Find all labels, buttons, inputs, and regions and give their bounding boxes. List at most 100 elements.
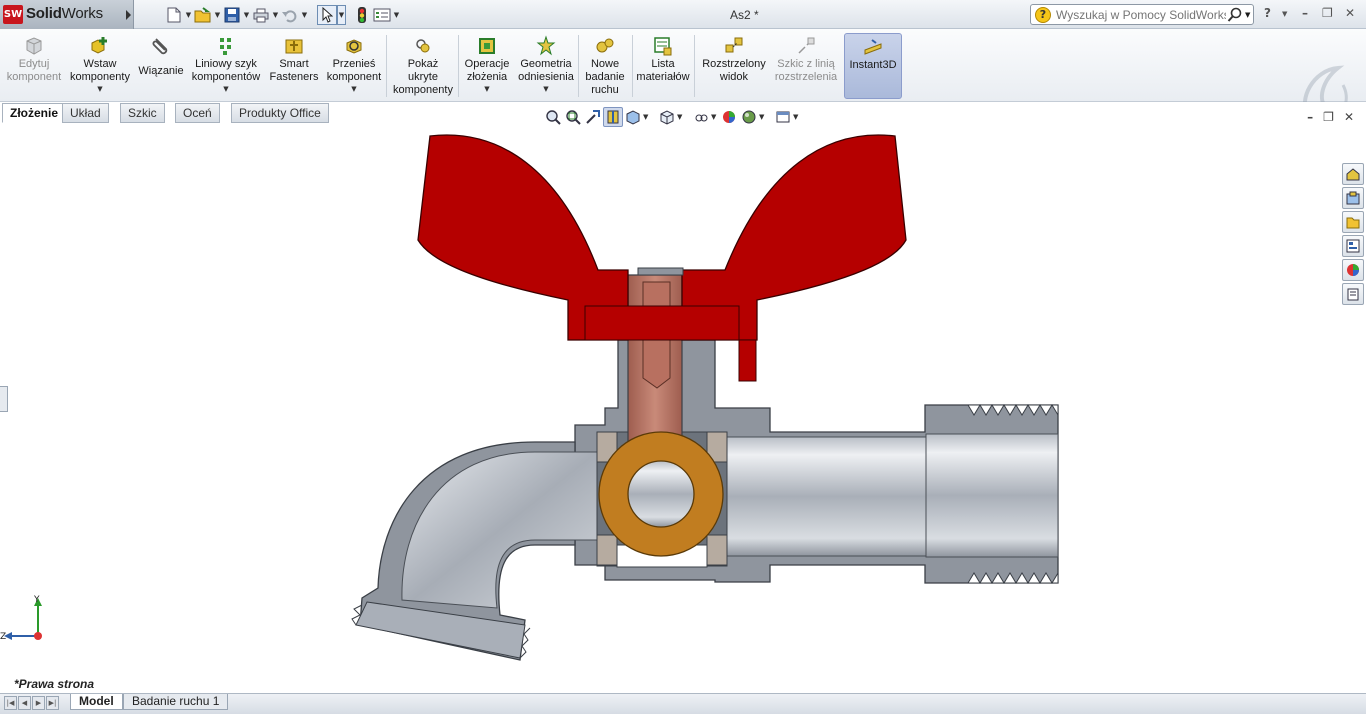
tab-assembly[interactable]: Złożenie (2, 103, 67, 123)
open-document-icon[interactable] (193, 5, 213, 25)
chevron-down-icon[interactable]: ▼ (677, 113, 685, 121)
heads-up-view-toolbar: ▼ ▼ ▼ ▼ ▼ (543, 107, 801, 127)
tab-motion-study-1[interactable]: Badanie ruchu 1 (123, 694, 229, 710)
move-component-button[interactable]: Przenieś komponent ▼ (324, 33, 384, 99)
exploded-view-button[interactable]: Rozstrzelony widok (698, 33, 770, 99)
save-icon[interactable] (222, 5, 242, 25)
zoom-to-fit-icon[interactable] (543, 107, 563, 127)
new-document-icon[interactable] (164, 5, 184, 25)
menu-expand-icon[interactable] (126, 10, 131, 20)
insert-components-icon (91, 37, 107, 54)
last-tab-icon[interactable]: ▶| (46, 696, 59, 710)
separator (578, 35, 579, 97)
undo-dropdown-icon[interactable]: ▼ (300, 5, 309, 25)
new-motion-study-button[interactable]: Nowe badanie ruchu (580, 33, 630, 99)
file-explorer-icon[interactable] (1342, 211, 1364, 233)
search-dropdown-icon[interactable]: ▼ (1245, 11, 1250, 19)
previous-view-icon[interactable] (583, 107, 603, 127)
chevron-down-icon[interactable]: ▼ (484, 85, 489, 93)
apply-scene-icon[interactable] (739, 107, 759, 127)
help-search-box[interactable]: ? ▼ (1030, 4, 1254, 25)
instant3d-button[interactable]: Instant3D (844, 33, 902, 99)
chevron-down-icon[interactable]: ▼ (793, 113, 801, 121)
undo-icon[interactable] (280, 5, 300, 25)
insert-components-button[interactable]: Wstaw komponenty ▼ (68, 33, 132, 99)
solidworks-logo-icon: SW (3, 5, 23, 24)
linear-pattern-button[interactable]: Liniowy szyk komponentów ▼ (190, 33, 262, 99)
graphics-area[interactable]: – ❐ ✕ (0, 110, 1366, 693)
edit-appearance-icon[interactable] (719, 107, 739, 127)
chevron-down-icon[interactable]: ▼ (543, 85, 548, 93)
prev-tab-icon[interactable]: ◀ (18, 696, 31, 710)
print-dropdown-icon[interactable]: ▼ (271, 5, 280, 25)
edit-component-button[interactable]: Edytuj komponent (4, 33, 64, 99)
search-icon[interactable] (1227, 7, 1243, 23)
reference-geometry-icon (536, 35, 556, 56)
save-dropdown-icon[interactable]: ▼ (242, 5, 251, 25)
feature-manager-expand-handle[interactable] (0, 386, 8, 412)
doc-minimize-icon[interactable]: – (1307, 110, 1313, 124)
section-view-icon[interactable] (603, 107, 623, 127)
rebuild-icon[interactable] (352, 5, 372, 25)
reference-geometry-button[interactable]: Geometria odniesienia ▼ (516, 33, 576, 99)
hide-show-items-icon[interactable] (691, 107, 711, 127)
tab-office-products[interactable]: Produkty Office (231, 103, 329, 123)
help-search-input[interactable] (1056, 7, 1226, 23)
display-style-icon[interactable] (657, 107, 677, 127)
help-icon[interactable]: ? (1264, 6, 1271, 20)
options-icon[interactable] (372, 5, 392, 25)
tab-model[interactable]: Model (70, 694, 123, 710)
command-label: Wstaw komponenty (70, 58, 130, 83)
title-bar: SW SolidWorks ▼ ▼ ▼ ▼ ▼ ▼ ▼ As2 * ? Wysz… (0, 0, 1366, 29)
home-icon[interactable] (1342, 163, 1364, 185)
app-name-rest: Works (61, 5, 103, 22)
chevron-down-icon[interactable]: ▼ (351, 85, 356, 93)
design-library-icon[interactable] (1342, 187, 1364, 209)
command-label: Nowe badanie ruchu (585, 58, 625, 96)
tab-scroll-buttons: |◀ ◀ ▶ ▶| (4, 696, 60, 710)
quick-access-toolbar: ▼ ▼ ▼ ▼ ▼ ▼ ▼ (164, 4, 401, 25)
minimize-icon[interactable]: – (1302, 6, 1308, 20)
smart-fasteners-button[interactable]: Smart Fasteners (266, 33, 322, 99)
tab-evaluate[interactable]: Oceń (175, 103, 220, 123)
chevron-down-icon[interactable]: ▼ (711, 113, 719, 121)
chevron-down-icon[interactable]: ▼ (223, 85, 228, 93)
next-tab-icon[interactable]: ▶ (32, 696, 45, 710)
tab-layout[interactable]: Układ (62, 103, 109, 123)
zoom-area-icon[interactable] (563, 107, 583, 127)
doc-close-icon[interactable]: ✕ (1344, 110, 1354, 124)
doc-restore-icon[interactable]: ❐ (1323, 110, 1334, 124)
tab-sketch[interactable]: Szkic (120, 103, 165, 123)
customize-icon[interactable]: ▼ (392, 5, 401, 25)
help-dropdown-icon[interactable]: ▼ (1282, 10, 1287, 18)
separator (694, 35, 695, 97)
view-palette-icon[interactable] (1342, 235, 1364, 257)
triad-z-label: Z (0, 632, 6, 642)
view-settings-icon[interactable] (773, 107, 793, 127)
command-label: Liniowy szyk komponentów (191, 58, 261, 83)
separator (632, 35, 633, 97)
appearances-icon[interactable] (1342, 259, 1364, 281)
view-orientation-icon[interactable] (623, 107, 643, 127)
select-icon[interactable] (317, 4, 337, 25)
chevron-down-icon[interactable]: ▼ (643, 113, 651, 121)
open-dropdown-icon[interactable]: ▼ (213, 5, 222, 25)
print-icon[interactable] (251, 5, 271, 25)
solidworks-menu-button[interactable]: SW SolidWorks (0, 0, 134, 29)
mate-button[interactable]: Wiązanie (136, 33, 186, 99)
select-dropdown-icon[interactable]: ▼ (337, 4, 346, 25)
document-window-controls: – ❐ ✕ (1307, 110, 1354, 124)
assembly-features-button[interactable]: Operacje złożenia ▼ (460, 33, 514, 99)
explode-line-sketch-button[interactable]: Szkic z linią rozstrzelenia (772, 33, 840, 99)
custom-properties-icon[interactable] (1342, 283, 1364, 305)
chevron-down-icon[interactable]: ▼ (97, 85, 102, 93)
bill-of-materials-button[interactable]: Lista materiałów (634, 33, 692, 99)
show-hidden-components-button[interactable]: Pokaż ukryte komponenty (390, 33, 456, 99)
new-dropdown-icon[interactable]: ▼ (184, 5, 193, 25)
restore-icon[interactable]: ❐ (1322, 6, 1333, 20)
help-question-icon: ? (1035, 7, 1051, 23)
chevron-down-icon[interactable]: ▼ (759, 113, 767, 121)
close-icon[interactable]: ✕ (1345, 6, 1355, 20)
first-tab-icon[interactable]: |◀ (4, 696, 17, 710)
stem-cap (637, 267, 684, 276)
